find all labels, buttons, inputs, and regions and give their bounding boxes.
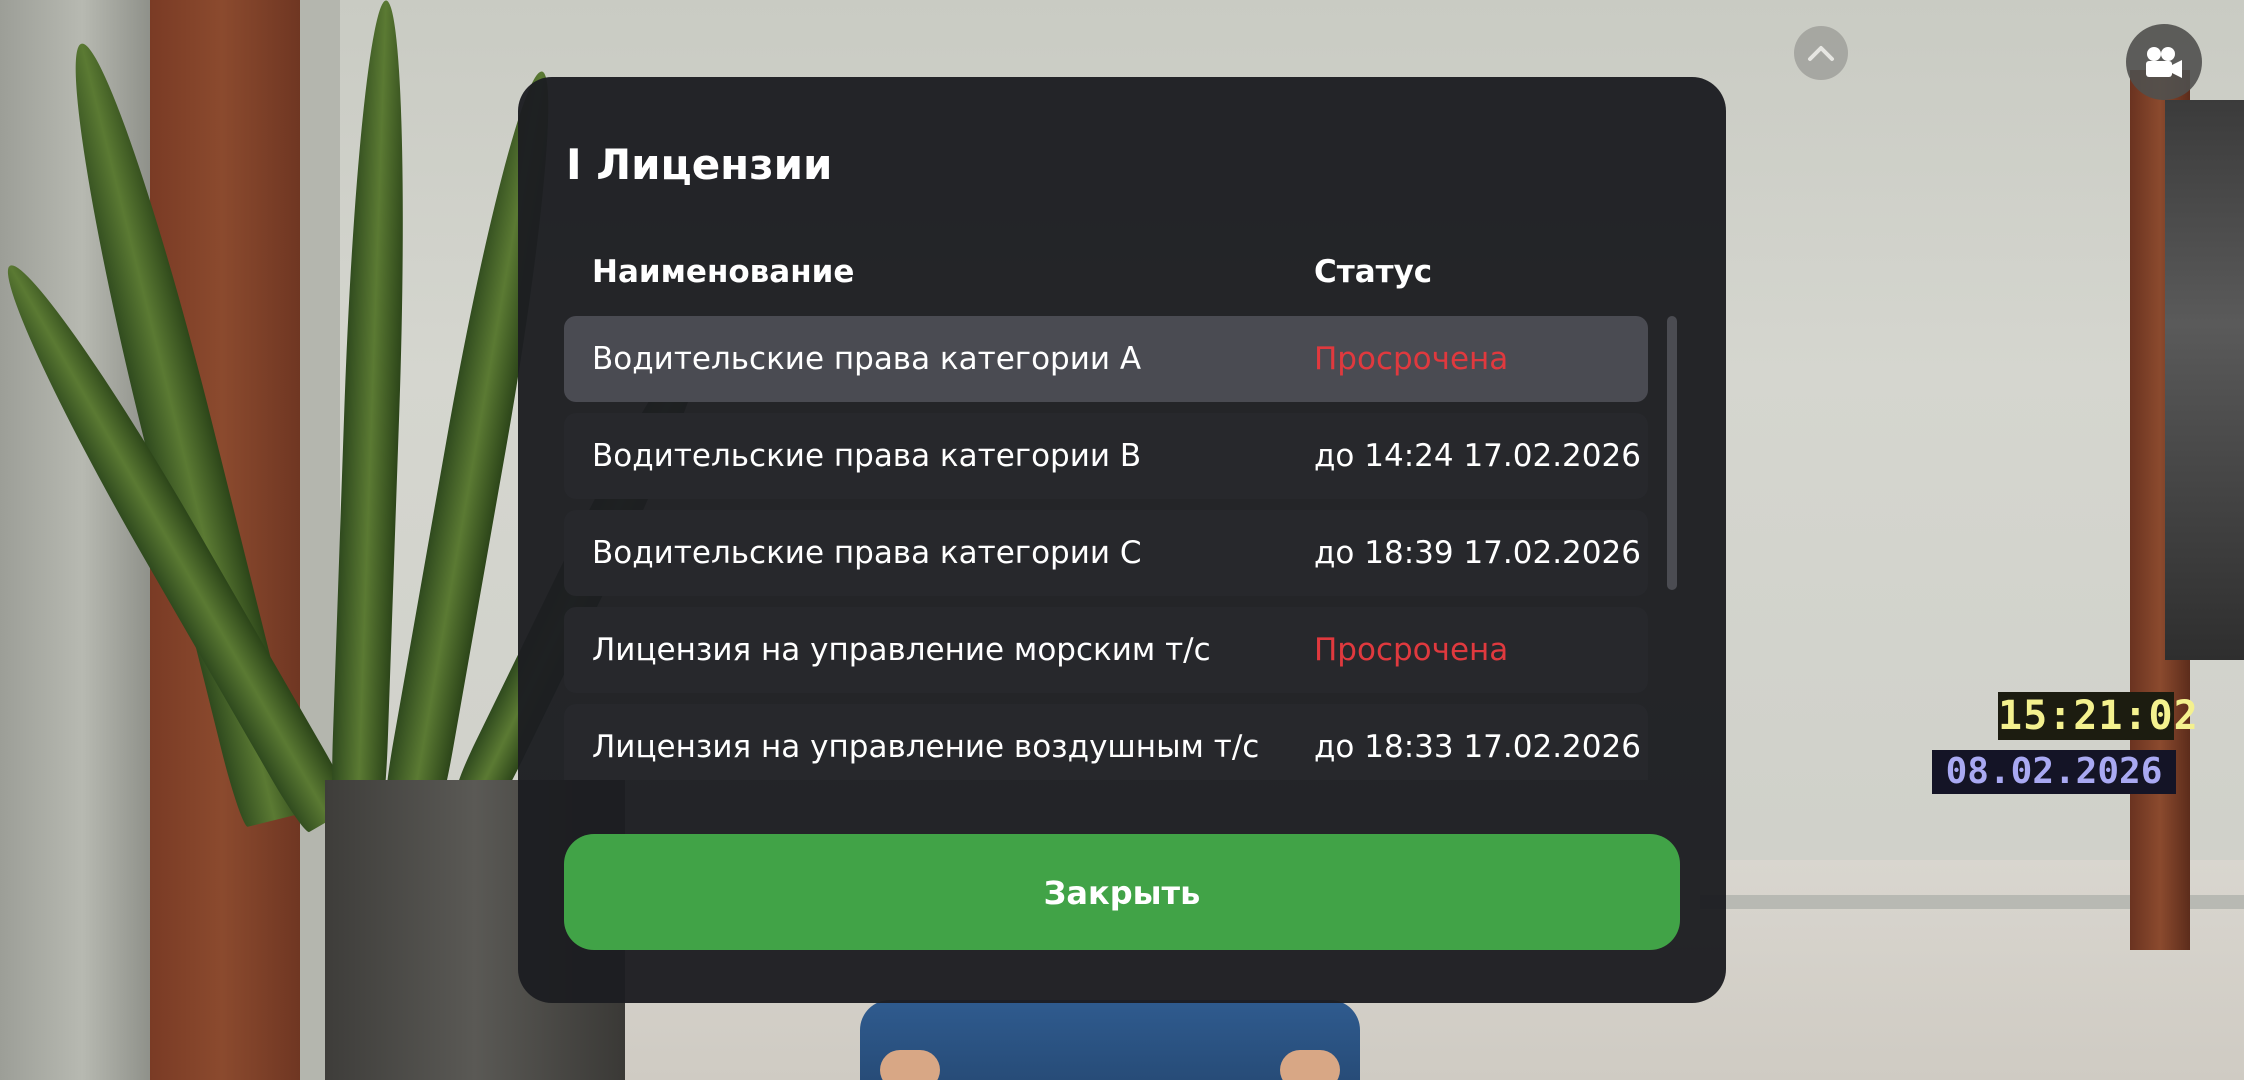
license-row[interactable]: Водительские права категории C до 18:39 … — [564, 510, 1648, 596]
license-name: Лицензия на управление воздушным т/с — [592, 729, 1260, 765]
licenses-list[interactable]: Водительские права категории A Просрочен… — [564, 316, 1648, 780]
modal-title: I Лицензии — [566, 140, 833, 189]
player-hand — [880, 1050, 940, 1080]
license-status: Просрочена — [1314, 632, 1509, 668]
license-row[interactable]: Лицензия на управление воздушным т/с до … — [564, 704, 1648, 780]
camera-button[interactable] — [2126, 24, 2202, 100]
license-row[interactable]: Водительские права категории A Просрочен… — [564, 316, 1648, 402]
game-clock-date: 08.02.2026 — [1932, 750, 2176, 794]
column-header-status: Статус — [1314, 254, 1433, 290]
wall-painting — [2165, 100, 2244, 660]
license-name: Лицензия на управление морским т/с — [592, 632, 1211, 668]
camera-icon — [2146, 47, 2182, 78]
collapse-button[interactable] — [1794, 26, 1848, 80]
game-clock-time: 15:21:02 — [1998, 692, 2199, 740]
column-header-name: Наименование — [592, 254, 855, 290]
list-scrollbar[interactable] — [1667, 316, 1677, 590]
license-status: до 14:24 17.02.2026 — [1314, 438, 1641, 474]
license-name: Водительские права категории A — [592, 341, 1142, 377]
license-status: Просрочена — [1314, 341, 1509, 377]
close-button[interactable]: Закрыть — [564, 834, 1680, 950]
license-status: до 18:33 17.02.2026 — [1314, 729, 1641, 765]
license-status: до 18:39 17.02.2026 — [1314, 535, 1641, 571]
chevron-up-icon — [1808, 46, 1834, 61]
player-hand — [1280, 1050, 1340, 1080]
license-name: Водительские права категории C — [592, 535, 1142, 571]
game-scene: 15:21:02 08.02.2026 I Лицензии Наименова… — [0, 0, 2244, 1080]
license-row[interactable]: Водительские права категории B до 14:24 … — [564, 413, 1648, 499]
license-row[interactable]: Лицензия на управление морским т/с Проср… — [564, 607, 1648, 693]
license-name: Водительские права категории B — [592, 438, 1142, 474]
